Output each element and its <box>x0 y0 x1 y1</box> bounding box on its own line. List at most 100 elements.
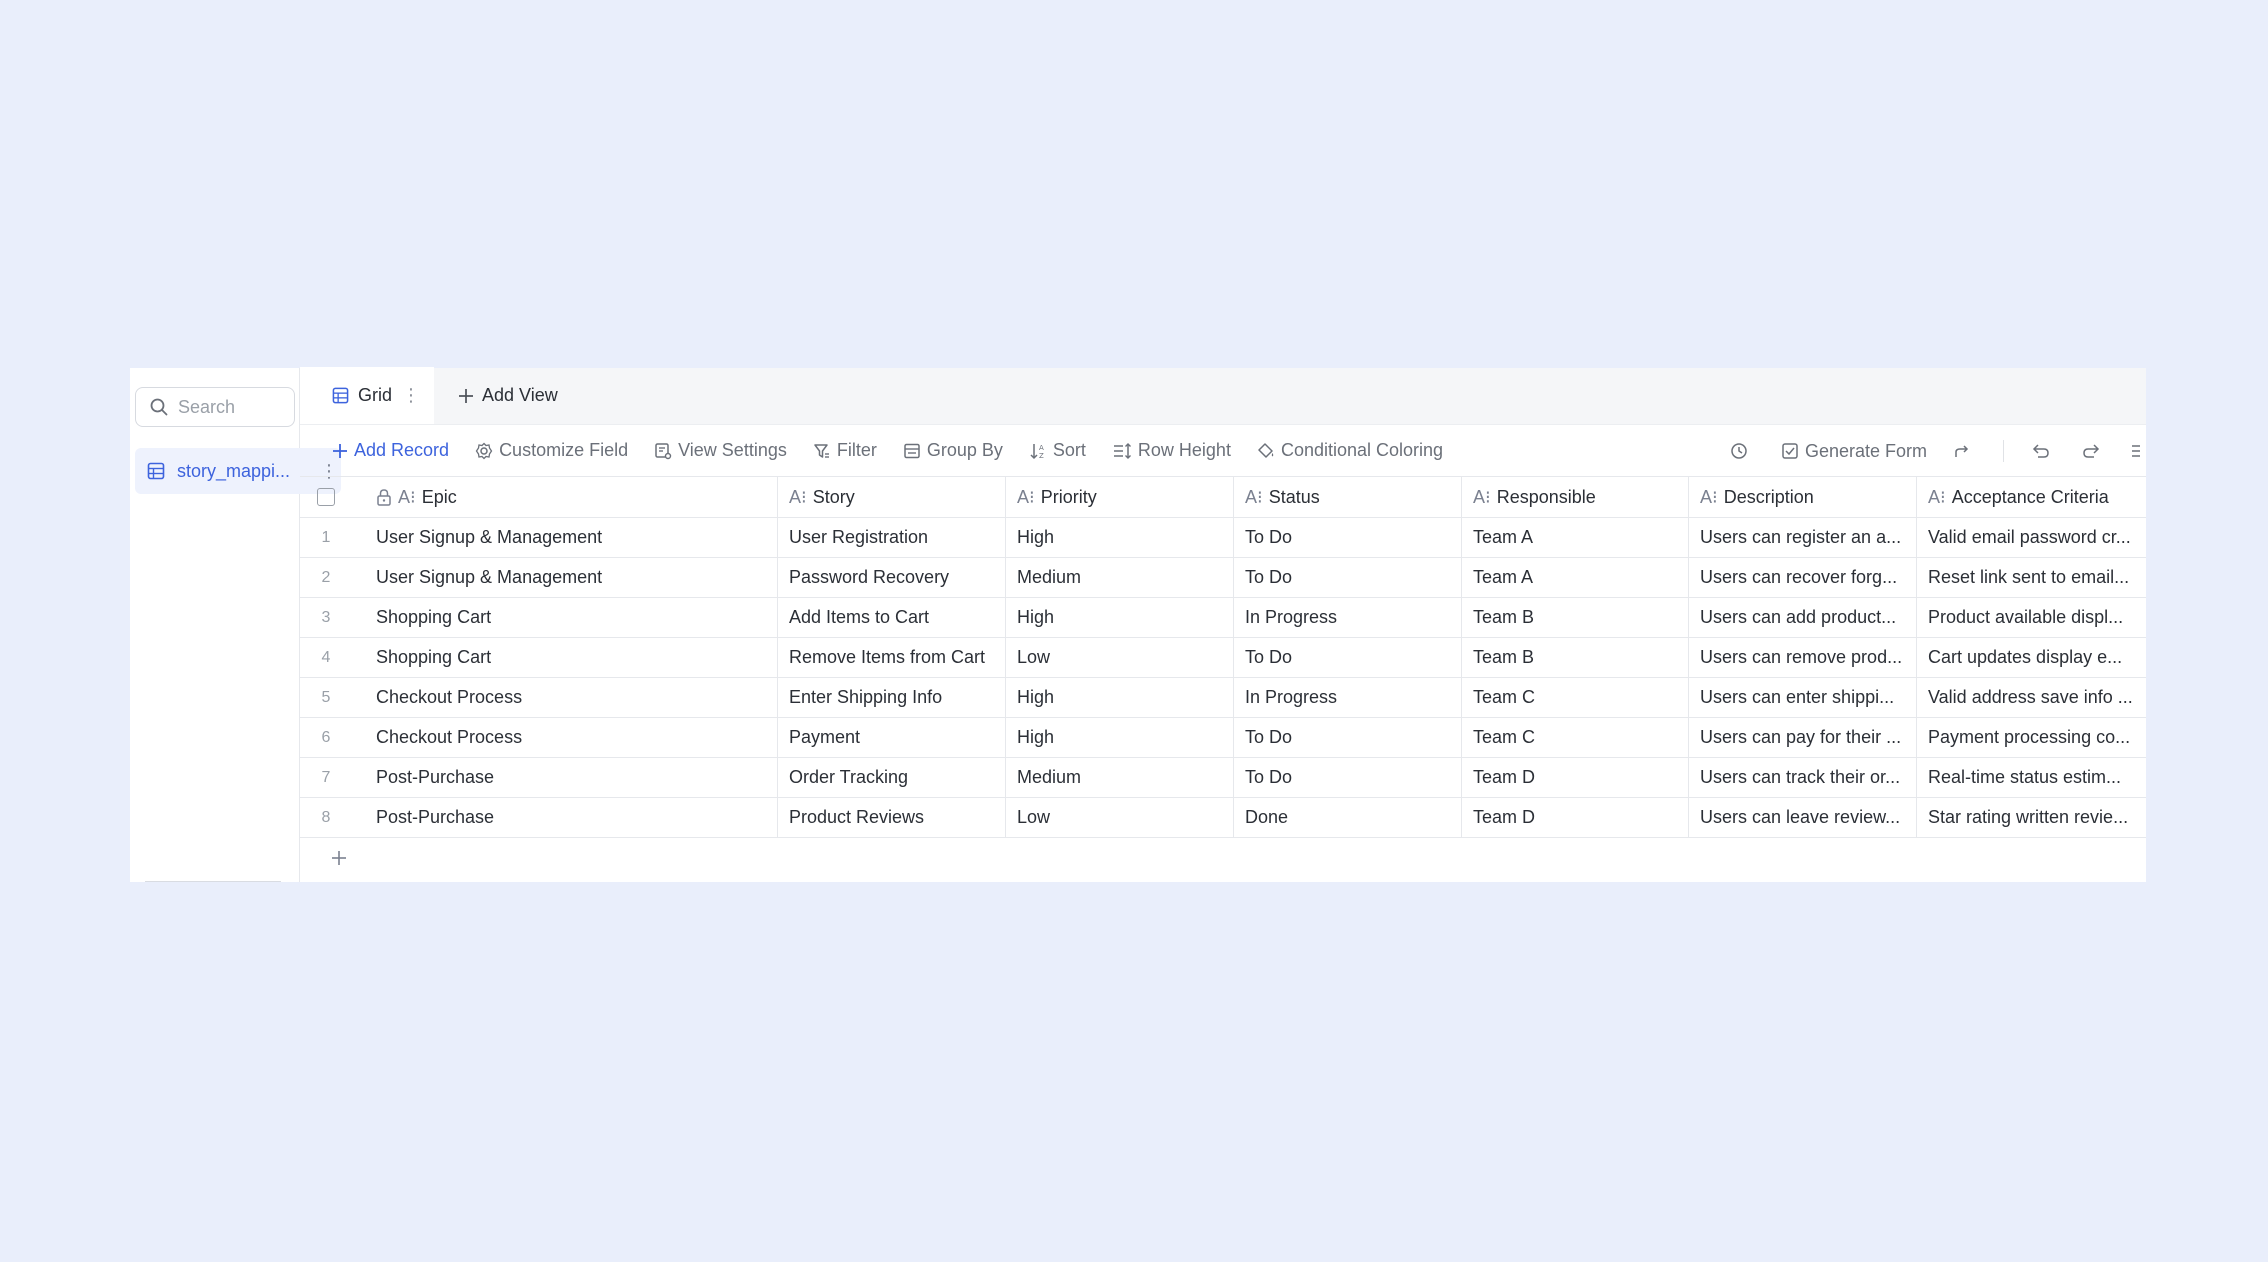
cell-description[interactable]: Users can add product... <box>1689 598 1917 637</box>
cell-acceptance-criteria[interactable]: Cart updates display e... <box>1917 638 2146 677</box>
cell-responsible[interactable]: Team B <box>1462 598 1689 637</box>
cell-story[interactable]: Order Tracking <box>778 758 1006 797</box>
cell-acceptance-criteria[interactable]: Reset link sent to email... <box>1917 558 2146 597</box>
cell-epic[interactable]: Post-Purchase <box>352 798 778 837</box>
cell-epic[interactable]: User Signup & Management <box>352 518 778 557</box>
menu-icon <box>2132 445 2140 457</box>
more-menu-button[interactable] <box>2130 442 2146 460</box>
history-button[interactable] <box>1729 441 1755 461</box>
row-height-label: Row Height <box>1137 440 1231 460</box>
column-header-responsible[interactable]: A⁝ Responsible <box>1462 477 1689 517</box>
cell-responsible[interactable]: Team A <box>1462 518 1689 557</box>
filter-button[interactable]: Filter <box>813 440 877 461</box>
cell-status[interactable]: In Progress <box>1234 598 1462 637</box>
cell-story[interactable]: Product Reviews <box>778 798 1006 837</box>
cell-priority[interactable]: Low <box>1006 798 1234 837</box>
cell-status[interactable]: To Do <box>1234 558 1462 597</box>
cell-description[interactable]: Users can enter shippi... <box>1689 678 1917 717</box>
cell-description[interactable]: Users can register an a... <box>1689 518 1917 557</box>
table-row[interactable]: 1 User Signup & Management User Registra… <box>300 518 2146 558</box>
cell-epic[interactable]: Checkout Process <box>352 718 778 757</box>
sort-button[interactable]: AZ Sort <box>1029 440 1086 461</box>
cell-acceptance-criteria[interactable]: Valid email password cr... <box>1917 518 2146 557</box>
text-field-icon: A⁝ <box>1473 486 1491 507</box>
cell-acceptance-criteria[interactable]: Star rating written revie... <box>1917 798 2146 837</box>
cell-description[interactable]: Users can track their or... <box>1689 758 1917 797</box>
cell-status[interactable]: Done <box>1234 798 1462 837</box>
cell-responsible[interactable]: Team D <box>1462 758 1689 797</box>
cell-epic[interactable]: Shopping Cart <box>352 638 778 677</box>
conditional-coloring-button[interactable]: Conditional Coloring <box>1257 440 1443 461</box>
cell-description[interactable]: Users can recover forg... <box>1689 558 1917 597</box>
column-header-label: Status <box>1268 486 1320 507</box>
select-all-checkbox[interactable] <box>317 488 335 506</box>
cell-acceptance-criteria[interactable]: Real-time status estim... <box>1917 758 2146 797</box>
cell-epic[interactable]: Checkout Process <box>352 678 778 717</box>
tab-grid[interactable]: Grid ⋮ <box>300 367 434 424</box>
row-height-button[interactable]: Row Height <box>1112 440 1231 461</box>
cell-story[interactable]: Payment <box>778 718 1006 757</box>
add-row-button[interactable] <box>300 838 2146 878</box>
row-index: 2 <box>321 568 331 586</box>
cell-priority[interactable]: High <box>1006 598 1234 637</box>
table-row[interactable]: 2 User Signup & Management Password Reco… <box>300 558 2146 598</box>
column-header-story[interactable]: A⁝ Story <box>778 477 1006 517</box>
history-icon <box>1731 443 1747 459</box>
row-index: 5 <box>321 688 331 706</box>
share-icon <box>1955 445 1969 457</box>
column-header-acceptance-criteria[interactable]: A⁝ Acceptance Criteria <box>1917 477 2146 517</box>
customize-field-button[interactable]: Customize Field <box>475 440 628 461</box>
generate-form-button[interactable]: Generate Form <box>1781 441 1927 462</box>
cell-story[interactable]: Password Recovery <box>778 558 1006 597</box>
row-index: 6 <box>321 728 331 746</box>
column-header-description[interactable]: A⁝ Description <box>1689 477 1917 517</box>
cell-description[interactable]: Users can pay for their ... <box>1689 718 1917 757</box>
undo-button[interactable] <box>2030 442 2056 460</box>
cell-status[interactable]: In Progress <box>1234 678 1462 717</box>
cell-description[interactable]: Users can leave review... <box>1689 798 1917 837</box>
cell-story[interactable]: Add Items to Cart <box>778 598 1006 637</box>
cell-story[interactable]: Enter Shipping Info <box>778 678 1006 717</box>
cell-story[interactable]: Remove Items from Cart <box>778 638 1006 677</box>
cell-acceptance-criteria[interactable]: Payment processing co... <box>1917 718 2146 757</box>
cell-priority[interactable]: Medium <box>1006 758 1234 797</box>
cell-description[interactable]: Users can remove prod... <box>1689 638 1917 677</box>
redo-button[interactable] <box>2082 442 2108 460</box>
cell-acceptance-criteria[interactable]: Valid address save info ... <box>1917 678 2146 717</box>
column-header-priority[interactable]: A⁝ Priority <box>1006 477 1234 517</box>
cell-responsible[interactable]: Team A <box>1462 558 1689 597</box>
cell-acceptance-criteria[interactable]: Product available displ... <box>1917 598 2146 637</box>
table-row[interactable]: 5 Checkout Process Enter Shipping Info H… <box>300 678 2146 718</box>
cell-status[interactable]: To Do <box>1234 638 1462 677</box>
table-row[interactable]: 4 Shopping Cart Remove Items from Cart L… <box>300 638 2146 678</box>
cell-priority[interactable]: Low <box>1006 638 1234 677</box>
column-header-status[interactable]: A⁝ Status <box>1234 477 1462 517</box>
view-settings-button[interactable]: View Settings <box>654 440 787 461</box>
cell-status[interactable]: To Do <box>1234 518 1462 557</box>
cell-epic[interactable]: Post-Purchase <box>352 758 778 797</box>
cell-status[interactable]: To Do <box>1234 758 1462 797</box>
cell-epic[interactable]: Shopping Cart <box>352 598 778 637</box>
column-header-epic[interactable]: A⁝ Epic <box>352 477 778 517</box>
cell-priority[interactable]: High <box>1006 718 1234 757</box>
cell-responsible[interactable]: Team D <box>1462 798 1689 837</box>
cell-epic[interactable]: User Signup & Management <box>352 558 778 597</box>
cell-priority[interactable]: High <box>1006 518 1234 557</box>
table-row[interactable]: 7 Post-Purchase Order Tracking Medium To… <box>300 758 2146 798</box>
search-input[interactable]: Search <box>135 387 295 427</box>
group-by-button[interactable]: Group By <box>903 440 1003 461</box>
table-row[interactable]: 3 Shopping Cart Add Items to Cart High I… <box>300 598 2146 638</box>
cell-responsible[interactable]: Team B <box>1462 638 1689 677</box>
cell-status[interactable]: To Do <box>1234 718 1462 757</box>
table-row[interactable]: 6 Checkout Process Payment High To Do Te… <box>300 718 2146 758</box>
cell-responsible[interactable]: Team C <box>1462 718 1689 757</box>
cell-responsible[interactable]: Team C <box>1462 678 1689 717</box>
add-view-button[interactable]: Add View <box>434 367 558 424</box>
add-record-button[interactable]: Add Record <box>332 440 449 461</box>
tab-more-icon[interactable]: ⋮ <box>402 385 420 406</box>
cell-priority[interactable]: Medium <box>1006 558 1234 597</box>
cell-priority[interactable]: High <box>1006 678 1234 717</box>
table-row[interactable]: 8 Post-Purchase Product Reviews Low Done… <box>300 798 2146 838</box>
share-button[interactable] <box>1953 442 1977 460</box>
cell-story[interactable]: User Registration <box>778 518 1006 557</box>
